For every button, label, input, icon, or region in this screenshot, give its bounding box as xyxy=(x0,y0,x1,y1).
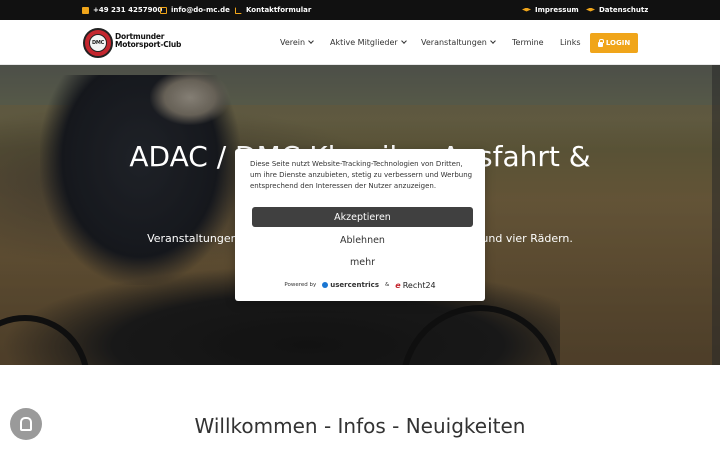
privacy-link[interactable]: Datenschutz xyxy=(586,0,648,20)
nav-label: Termine xyxy=(512,38,544,47)
contact-form-link[interactable]: Kontaktformular xyxy=(235,0,311,20)
nav-item-verein[interactable]: Verein xyxy=(280,20,314,65)
phone-icon xyxy=(82,6,89,14)
erecht24-e: e xyxy=(395,280,401,290)
deny-button[interactable]: Ablehnen xyxy=(252,231,473,249)
club-logo-badge[interactable]: DMC xyxy=(83,28,113,58)
mail-icon xyxy=(160,6,167,14)
usercentrics-icon xyxy=(322,282,329,288)
contact-form-label[interactable]: Kontaktformular xyxy=(246,6,311,14)
external-link-icon xyxy=(235,6,242,14)
login-button[interactable]: LOGIN xyxy=(590,33,638,53)
phone-number[interactable]: +49 231 4257900 xyxy=(93,6,162,14)
logo-badge-text: DMC xyxy=(92,40,104,46)
consent-text: Diese Seite nutzt Website-Tracking-Techn… xyxy=(250,160,473,190)
nav-label: Aktive Mitglieder xyxy=(330,38,398,47)
chevron-down-icon xyxy=(308,37,314,44)
hero-scrollbar[interactable] xyxy=(712,65,720,365)
powered-by-row: Powered by usercentrics & e Recht24 xyxy=(235,277,485,293)
nav-label: Verein xyxy=(280,38,306,47)
more-button[interactable]: mehr xyxy=(252,253,473,271)
usercentrics-wordmark: usercentrics xyxy=(330,281,379,289)
cookie-consent-dialog: Diese Seite nutzt Website-Tracking-Techn… xyxy=(235,149,485,301)
nav-item-termine[interactable]: Termine xyxy=(512,20,544,65)
email-link[interactable]: info@do-mc.de xyxy=(160,0,230,20)
accept-button[interactable]: Akzeptieren xyxy=(252,207,473,227)
privacy-settings-button[interactable] xyxy=(10,408,42,440)
graduation-cap-icon xyxy=(522,7,531,12)
erecht24-logo[interactable]: e Recht24 xyxy=(395,281,435,290)
logo-wordmark[interactable]: Dortmunder Motorsport-Club xyxy=(115,33,181,49)
chevron-down-icon xyxy=(400,37,407,44)
top-bar: +49 231 4257900 info@do-mc.de Kontaktfor… xyxy=(0,0,720,20)
imprint-label[interactable]: Impressum xyxy=(535,6,579,14)
powered-by-label: Powered by xyxy=(284,282,317,288)
imprint-link[interactable]: Impressum xyxy=(522,0,579,20)
lock-icon xyxy=(597,38,604,47)
logo-line-2: Motorsport-Club xyxy=(115,40,182,49)
nav-item-aktive-mitglieder[interactable]: Aktive Mitglieder xyxy=(330,20,407,65)
privacy-label[interactable]: Datenschutz xyxy=(599,6,648,14)
phone-link[interactable]: +49 231 4257900 xyxy=(82,0,162,20)
site-header: DMC Dortmunder Motorsport-Club Verein Ak… xyxy=(0,20,720,65)
erecht24-wordmark: Recht24 xyxy=(402,280,436,290)
usercentrics-logo[interactable]: usercentrics xyxy=(322,281,379,289)
nav-label: Veranstaltungen xyxy=(421,38,487,47)
logo-inner-circle: DMC xyxy=(89,34,107,52)
email-address[interactable]: info@do-mc.de xyxy=(171,6,230,14)
login-label: LOGIN xyxy=(605,39,631,47)
nav-item-veranstaltungen[interactable]: Veranstaltungen xyxy=(421,20,496,65)
chevron-down-icon xyxy=(489,37,496,44)
ampersand: & xyxy=(385,282,390,288)
graduation-cap-icon xyxy=(586,7,595,12)
nav-label: Links xyxy=(560,38,581,47)
fingerprint-icon xyxy=(20,417,32,431)
welcome-heading: Willkommen - Infos - Neuigkeiten xyxy=(194,414,526,438)
nav-item-links[interactable]: Links xyxy=(560,20,581,65)
